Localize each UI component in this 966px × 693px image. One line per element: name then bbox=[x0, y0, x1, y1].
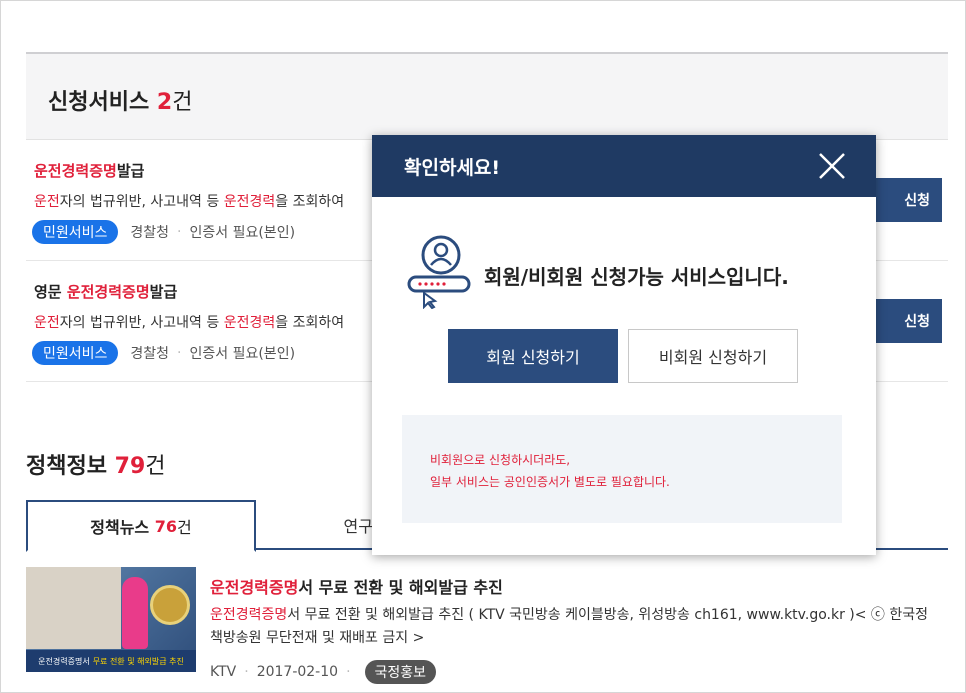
separator-dot: · bbox=[346, 664, 351, 680]
notice-line: 비회원으로 신청하시더라도, bbox=[430, 453, 571, 467]
thumbnail-caption: 운전경력증명서 무료 전환 및 해외발급 추진 bbox=[26, 650, 196, 672]
certificate-notice: 비회원으로 신청하시더라도, 일부 서비스는 공인인증서가 별도로 필요합니다. bbox=[402, 415, 842, 523]
service-meta: 민원서비스 경찰청 · 인증서 필요(본인) bbox=[32, 341, 295, 365]
separator-dot: · bbox=[177, 345, 182, 361]
notice-line: 일부 서비스는 공인인증서가 별도로 필요합니다. bbox=[430, 475, 670, 489]
news-thumbnail[interactable]: 운전경력증명서 무료 전환 및 해외발급 추진 bbox=[26, 567, 196, 672]
modal-title: 확인하세요! bbox=[404, 156, 501, 179]
tab-policy-news[interactable]: 정책뉴스 76 건 bbox=[26, 500, 256, 552]
service-title[interactable]: 영문 운전경력증명발급 bbox=[34, 281, 177, 302]
policy-info-title: 정책정보 79건 bbox=[26, 454, 166, 479]
apply-services-count-unit: 건 bbox=[172, 90, 193, 115]
service-description: 운전자의 법규위반, 사고내역 등 운전경력을 조회하여 bbox=[34, 194, 345, 210]
policy-info-count: 79 bbox=[114, 454, 146, 479]
news-tag-badge: 국정홍보 bbox=[364, 660, 437, 684]
close-icon[interactable] bbox=[818, 152, 846, 180]
apply-button[interactable]: 신청 bbox=[872, 178, 942, 222]
confirm-modal: 확인하세요! 회원/비회원 신청가능 서비스입니다. 회원 신청하기 비회원 신… bbox=[372, 135, 876, 555]
news-source: KTV bbox=[210, 664, 237, 680]
thumbnail-anchor-figure bbox=[122, 577, 148, 649]
service-meta: 민원서비스 경찰청 · 인증서 필요(본인) bbox=[32, 220, 295, 244]
apply-services-label: 신청서비스 bbox=[48, 90, 150, 115]
thumbnail-office-scene bbox=[26, 567, 121, 649]
agency-label: 경찰청 bbox=[130, 225, 170, 241]
category-badge: 민원서비스 bbox=[32, 341, 119, 365]
modal-message: 회원/비회원 신청가능 서비스입니다. bbox=[484, 265, 789, 289]
apply-button[interactable]: 신청 bbox=[872, 299, 942, 343]
category-badge: 민원서비스 bbox=[32, 220, 119, 244]
modal-header: 확인하세요! bbox=[372, 135, 876, 197]
police-emblem-icon bbox=[150, 585, 190, 625]
separator-dot: · bbox=[177, 224, 182, 240]
service-description: 운전자의 법규위반, 사고내역 등 운전경력을 조회하여 bbox=[34, 315, 345, 331]
apply-services-count: 2 bbox=[156, 90, 173, 115]
apply-services-title: 신청서비스 2건 bbox=[48, 84, 192, 116]
cert-requirement: 인증서 필요(본인) bbox=[189, 225, 296, 241]
service-title[interactable]: 운전경력증명발급 bbox=[34, 160, 144, 181]
news-title[interactable]: 운전경력증명서 무료 전환 및 해외발급 추진 bbox=[210, 574, 503, 598]
member-apply-button[interactable]: 회원 신청하기 bbox=[448, 329, 618, 383]
separator-dot: · bbox=[244, 664, 249, 680]
apply-services-header: 신청서비스 2건 bbox=[26, 52, 948, 140]
guest-apply-button[interactable]: 비회원 신청하기 bbox=[628, 329, 798, 383]
cert-requirement: 인증서 필요(본인) bbox=[189, 346, 296, 362]
news-date: 2017-02-10 bbox=[256, 664, 339, 680]
member-login-icon bbox=[407, 235, 471, 309]
news-description: 운전경력증명서 무료 전환 및 해외발급 추진 ( KTV 국민방송 케이블방송… bbox=[210, 607, 929, 646]
agency-label: 경찰청 bbox=[130, 346, 170, 362]
news-meta: KTV · 2017-02-10 · 국정홍보 bbox=[210, 660, 437, 684]
